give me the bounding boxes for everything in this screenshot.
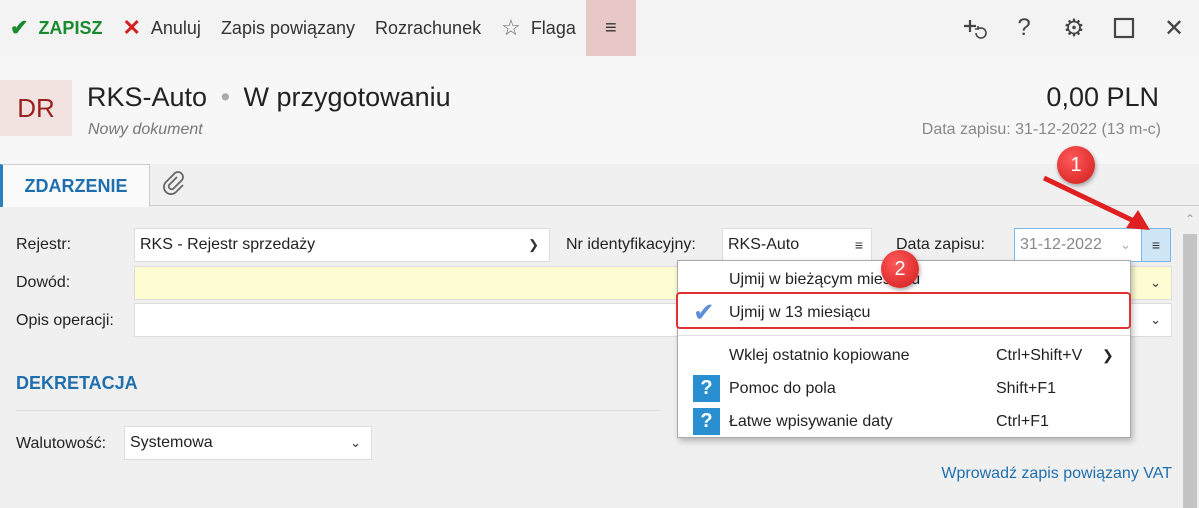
page-title: RKS-Auto • W przygotowaniu [87,82,451,113]
document-header: DR RKS-Auto • W przygotowaniu Nowy dokum… [0,56,1199,164]
chevron-down-icon: ⌄ [1150,312,1161,327]
menu-item-shortcut: Shift+F1 [996,379,1057,397]
description-label: Opis operacji: [16,312,114,329]
id-field[interactable]: RKS-Auto ≡ [722,228,872,262]
chevron-down-icon: ⌄ [1150,275,1161,290]
currency-value: Systemowa [130,434,213,451]
check-icon: ✔ [10,15,29,40]
cancel-label: Anuluj [150,17,201,38]
tab-bar: ZDARZENIE [0,164,1199,207]
menu-item-label: Wklej ostatnio kopiowane [729,346,910,364]
entry-date-info: Data zapisu: 31-12-2022 (13 m-c) [921,121,1161,138]
close-icon[interactable]: ✕ [1149,0,1199,56]
menu-item-shortcut: Ctrl+Shift+V [996,346,1083,364]
linked-entry-button[interactable]: Zapis powiązany [211,0,365,56]
menu-item-paste-last[interactable]: Wklej ostatnio kopiowane Ctrl+Shift+V ❯ [678,339,1130,372]
chevron-down-icon: ⌄ [350,435,361,450]
star-icon: ☆ [501,15,521,40]
vat-linked-entry-link[interactable]: Wprowadź zapis powiązany VAT [941,465,1172,483]
document-amount: 0,00 PLN [1046,82,1159,112]
linked-entry-label: Zapis powiązany [220,17,356,38]
id-value: RKS-Auto [728,236,800,253]
help-icon: ? [693,408,720,435]
gear-icon[interactable]: ⚙ [1049,0,1099,56]
date-label: Data zapisu: [896,236,985,253]
toolbar-menu-button[interactable]: ≡ [585,0,636,56]
help-icon[interactable]: ? [999,0,1049,56]
menu-item-label: Pomoc do pola [729,379,836,397]
scrollbar-thumb[interactable] [1183,234,1197,508]
settlement-label: Rozrachunek [375,17,482,38]
help-icon: ? [693,375,720,402]
chevron-down-icon: ❯ [528,237,539,252]
proof-label: Dowód: [16,274,71,291]
id-label: Nr identyfikacyjny: [566,236,696,253]
settlement-button[interactable]: Rozrachunek [365,0,491,56]
close-icon: ✕ [122,15,141,40]
annotation-marker-2: 2 [881,250,919,288]
menu-item-easy-date[interactable]: ? Łatwe wpisywanie daty Ctrl+F1 [678,405,1130,438]
document-name: RKS-Auto [87,82,208,112]
save-label: ZAPISZ [38,17,103,38]
toolbar: ✔ ZAPISZ ✕ Anuluj Zapis powiązany Rozrac… [0,0,1199,56]
section-dekretacja-title: DEKRETACJA [16,373,138,393]
hamburger-icon: ≡ [605,16,617,39]
tab-attachments[interactable] [162,170,184,202]
cancel-button[interactable]: ✕ Anuluj [112,0,210,56]
menu-item-shortcut: Ctrl+F1 [996,412,1049,430]
menu-separator [678,335,1130,336]
register-label: Rejestr: [16,236,72,253]
save-button[interactable]: ✔ ZAPISZ [0,0,112,56]
maximize-icon[interactable] [1099,0,1149,56]
flag-button[interactable]: ☆ Flaga [491,0,586,56]
flag-label: Flaga [530,17,576,38]
scroll-up-icon[interactable]: ⌃ [1185,212,1195,226]
menu-item-highlight [676,292,1131,329]
menu-item-field-help[interactable]: ? Pomoc do pola Shift+F1 [678,372,1130,405]
currency-select[interactable]: Systemowa ⌄ [124,426,372,460]
menu-item-label: Łatwe wpisywanie daty [729,412,893,430]
annotation-arrow [1042,175,1150,230]
register-select[interactable]: RKS - Rejestr sprzedaży ❯ [134,228,550,262]
annotation-marker-1: 1 [1057,146,1095,184]
document-status: W przygotowaniu [243,82,451,112]
section-divider [16,410,661,411]
add-linked-icon[interactable] [949,0,999,56]
title-separator: • [220,82,231,112]
tab-zdarzenie[interactable]: ZDARZENIE [0,164,150,207]
document-type-badge: DR [0,80,72,136]
document-subtitle: Nowy dokument [88,121,203,138]
paperclip-icon [163,171,184,195]
register-value: RKS - Rejestr sprzedaży [140,236,316,253]
chevron-right-icon: ❯ [1102,347,1114,363]
currency-label: Walutowość: [16,435,107,452]
hamburger-icon[interactable]: ≡ [855,237,863,253]
